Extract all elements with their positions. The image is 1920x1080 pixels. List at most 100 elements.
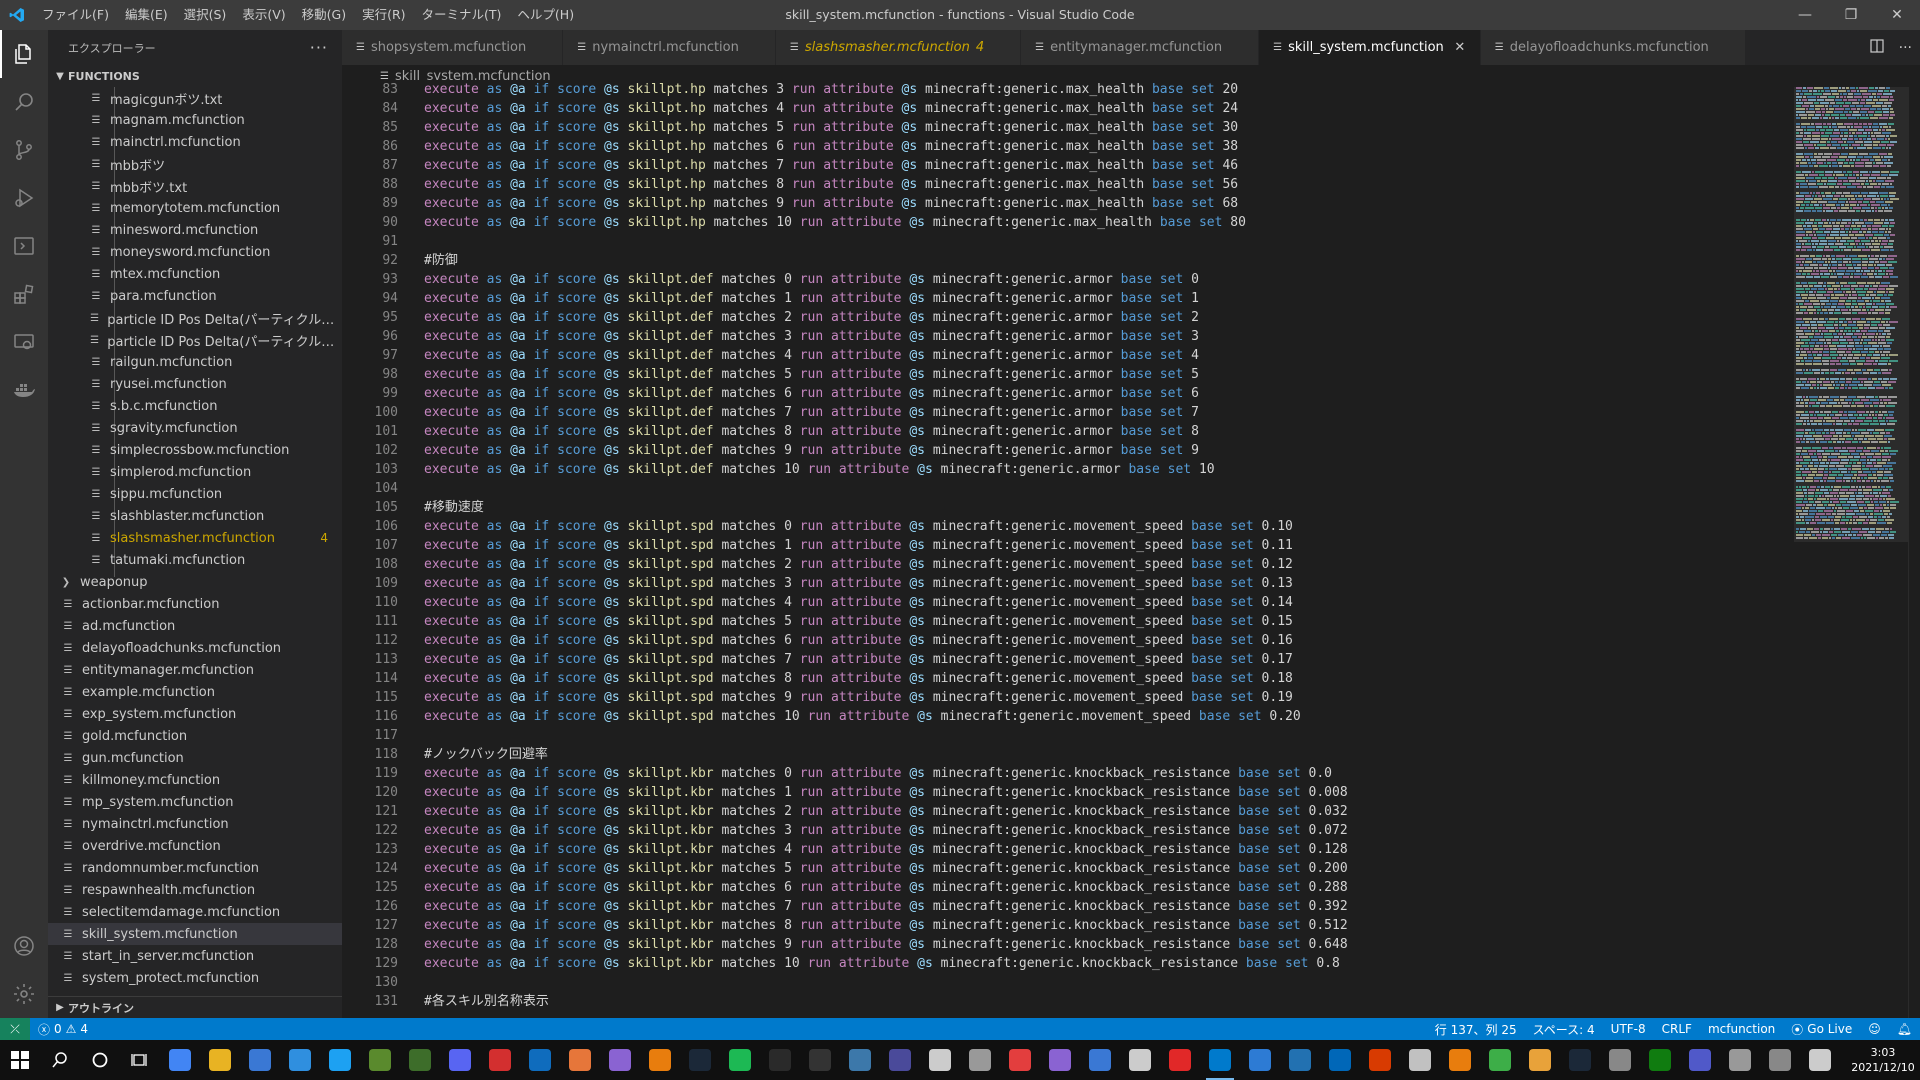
settings-gear-icon[interactable] [0,970,48,1018]
file-item[interactable]: ☰ slashblaster.mcfunction [48,505,342,527]
app-icon[interactable] [1240,1040,1280,1080]
encoding[interactable]: UTF-8 [1603,1022,1654,1036]
app-icon[interactable] [1440,1040,1480,1080]
file-item[interactable]: ☰ simplerod.mcfunction [48,461,342,483]
file-item[interactable]: ☰ ad.mcfunction [48,615,342,637]
lock-icon[interactable] [960,1040,1000,1080]
teams-icon[interactable] [1680,1040,1720,1080]
app-icon[interactable] [880,1040,920,1080]
file-item[interactable]: ☰ moneysword.mcfunction [48,241,342,263]
file-item[interactable]: ☰ memorytotem.mcfunction [48,197,342,219]
folder-item[interactable]: ❯ weaponup [48,571,342,593]
cursor-position[interactable]: 行 137、列 25 [1427,1021,1525,1038]
file-item[interactable]: ☰ magnam.mcfunction [48,109,342,131]
close-window-button[interactable]: ✕ [1874,0,1920,30]
file-item[interactable]: ☰ killmoney.mcfunction [48,769,342,791]
file-item[interactable]: ☰ ryusei.mcfunction [48,373,342,395]
file-item[interactable]: ☰ mp_system.mcfunction [48,791,342,813]
file-item[interactable]: ☰ sippu.mcfunction [48,483,342,505]
file-item[interactable]: ☰ start_in_server.mcfunction [48,945,342,967]
minecraft-icon[interactable] [360,1040,400,1080]
store-icon[interactable] [240,1040,280,1080]
steam-icon[interactable] [1560,1040,1600,1080]
file-item[interactable]: ☰ slashsmasher.mcfunction 4 [48,527,342,549]
app-icon[interactable] [1320,1040,1360,1080]
restore-button[interactable]: ❐ [1828,0,1874,30]
file-item[interactable]: ☰ tatumaki.mcfunction [48,549,342,571]
close-icon[interactable]: ✕ [1450,40,1470,55]
file-item[interactable]: ☰ exp_system.mcfunction [48,703,342,725]
source-control-icon[interactable] [0,126,48,174]
file-item[interactable]: ☰ randomnumber.mcfunction [48,857,342,879]
editor-tab[interactable]: ☰ shopsystem.mcfunction [342,30,564,65]
end-of-line[interactable]: CRLF [1654,1022,1700,1036]
file-explorer-icon[interactable] [200,1040,240,1080]
menu-item[interactable]: 移動(G) [294,0,354,30]
menu-item[interactable]: 編集(E) [117,0,176,30]
file-item[interactable]: ☰ system_protect.mcfunction [48,967,342,989]
menu-item[interactable]: ファイル(F) [34,0,117,30]
minimap[interactable] [1790,87,1908,1018]
go-live-button[interactable]: ⦿ Go Live [1783,1021,1860,1038]
remote-indicator[interactable]: ⤫ [0,1018,30,1040]
file-item[interactable]: ☰ mtex.mcfunction [48,263,342,285]
file-item[interactable]: ☰ skill_system.mcfunction [48,923,342,945]
search-icon[interactable] [40,1040,80,1080]
ea-icon[interactable] [1000,1040,1040,1080]
outlook-icon[interactable] [520,1040,560,1080]
file-item[interactable]: ☰particle ID Pos Delta(パーティクル範囲) 散... [48,307,342,329]
app-icon[interactable] [1400,1040,1440,1080]
vscode-icon[interactable] [1200,1040,1240,1080]
cortana-icon[interactable] [80,1040,120,1080]
file-item[interactable]: ☰ overdrive.mcfunction [48,835,342,857]
file-item[interactable]: ☰ minesword.mcfunction [48,219,342,241]
spotify-icon[interactable] [720,1040,760,1080]
file-item[interactable]: ☰ example.mcfunction [48,681,342,703]
menu-item[interactable]: ターミナル(T) [414,0,510,30]
minimize-button[interactable]: — [1782,0,1828,30]
clock[interactable]: 3:03 2021/12/10 [1846,1045,1920,1075]
chrome-icon[interactable] [160,1040,200,1080]
menu-item[interactable]: ヘルプ(H) [509,0,582,30]
language-mode[interactable]: mcfunction [1700,1022,1783,1036]
explorer-icon[interactable] [0,30,48,78]
epic-games-icon[interactable] [760,1040,800,1080]
file-item[interactable]: ☰ mbbボツ.txt [48,175,342,197]
wordpress-icon[interactable] [1280,1040,1320,1080]
app-icon[interactable] [840,1040,880,1080]
file-item[interactable]: ☰ respawnhealth.mcfunction [48,879,342,901]
more-actions-icon[interactable]: ··· [1899,40,1912,56]
indentation[interactable]: スペース: 4 [1525,1021,1603,1038]
file-item[interactable]: ☰ mainctrl.mcfunction [48,131,342,153]
remote-explorer-icon[interactable] [0,222,48,270]
notifications-bell-icon[interactable]: 🔔︎ [1889,1022,1920,1036]
file-item[interactable]: ☰ simplecrossbow.mcfunction [48,439,342,461]
code-editor[interactable]: 83 execute as @a if score @s skillpt.hp m… [342,80,1790,1018]
editor-tab[interactable]: ☰ entitymanager.mcfunction [1021,30,1260,65]
file-item[interactable]: ☰ mbbボツ [48,153,342,175]
editor-tab[interactable]: ☰ nymainctrl.mcfunction [563,30,776,65]
file-item[interactable]: ☰ gold.mcfunction [48,725,342,747]
git-icon[interactable] [560,1040,600,1080]
game-icon[interactable] [400,1040,440,1080]
app-icon[interactable] [1520,1040,1560,1080]
pen-icon[interactable] [1800,1040,1840,1080]
app-icon[interactable] [1080,1040,1120,1080]
file-item[interactable]: ☰ selectitemdamage.mcfunction [48,901,342,923]
opera-icon[interactable] [1160,1040,1200,1080]
app-icon[interactable] [1360,1040,1400,1080]
editor-tab[interactable]: ☰ delayofloadchunks.mcfunction [1480,30,1746,65]
discord-icon[interactable] [440,1040,480,1080]
menu-item[interactable]: 実行(R) [354,0,413,30]
docker-icon[interactable] [0,366,48,414]
editor-tab[interactable]: ☰ skill_system.mcfunction ✕ [1259,30,1481,65]
windows-start-icon[interactable] [0,1040,40,1080]
file-item[interactable]: ☰ para.mcfunction [48,285,342,307]
steam-icon[interactable] [680,1040,720,1080]
search-icon[interactable] [0,78,48,126]
twitter-icon[interactable] [320,1040,360,1080]
app-icon[interactable] [1480,1040,1520,1080]
app-icon[interactable] [1760,1040,1800,1080]
file-item[interactable]: ☰particle ID Pos Delta(パーティクル範囲) 散... [48,329,342,351]
file-item[interactable]: ☰ railgun.mcfunction [48,351,342,373]
